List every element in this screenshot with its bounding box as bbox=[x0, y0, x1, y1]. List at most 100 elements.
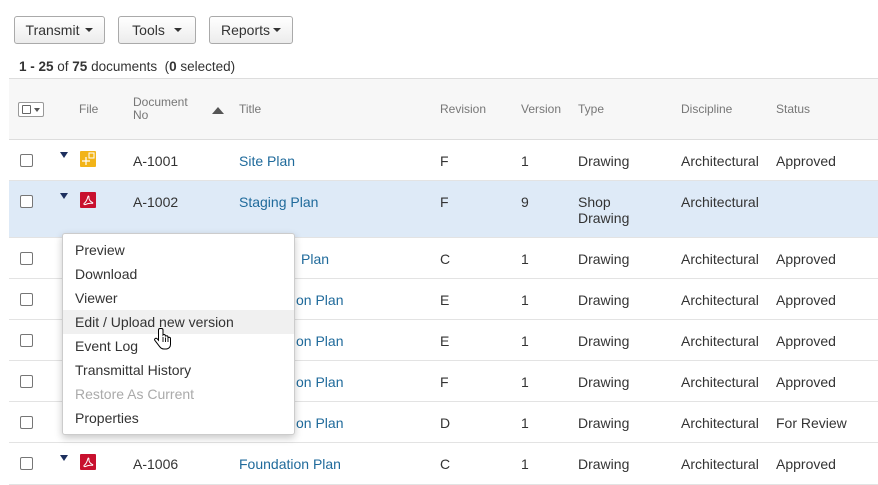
of-word: of bbox=[53, 59, 73, 74]
file-context-menu: Preview Download Viewer Edit / Upload new v… bbox=[62, 233, 295, 435]
document-version: 1 bbox=[521, 456, 529, 472]
document-type-line1: Drawing bbox=[578, 456, 630, 472]
document-revision: E bbox=[440, 333, 450, 349]
tools-button[interactable]: Tools bbox=[118, 16, 196, 44]
row-select-checkbox[interactable] bbox=[20, 252, 33, 265]
row-actions-caret-icon[interactable] bbox=[60, 152, 68, 158]
row-select-checkbox[interactable] bbox=[20, 334, 33, 347]
document-discipline: Architectural bbox=[681, 194, 759, 210]
column-header-type[interactable]: Type bbox=[578, 103, 604, 116]
row-select-checkbox[interactable] bbox=[20, 154, 33, 167]
document-type-line1: Shop bbox=[578, 194, 611, 210]
document-title-link[interactable]: on Plan bbox=[296, 374, 343, 390]
document-title-link[interactable]: Foundation Plan bbox=[239, 456, 341, 472]
document-discipline: Architectural bbox=[681, 333, 759, 349]
pdf-file-icon[interactable] bbox=[80, 454, 96, 470]
row-select-checkbox[interactable] bbox=[20, 457, 33, 470]
select-all-dropdown[interactable] bbox=[18, 102, 44, 117]
document-revision: F bbox=[440, 374, 449, 390]
menu-item-restore-as-current: Restore As Current bbox=[75, 386, 195, 402]
pdf-file-icon[interactable] bbox=[80, 192, 96, 208]
document-title-link[interactable]: Staging Plan bbox=[239, 194, 318, 210]
row-select-checkbox[interactable] bbox=[20, 416, 33, 429]
document-discipline: Architectural bbox=[681, 415, 759, 431]
sort-ascending-icon[interactable] bbox=[212, 107, 224, 114]
results-summary: 1 - 25 of 75 documents (0 selected) bbox=[19, 59, 235, 74]
column-header-status[interactable]: Status bbox=[776, 103, 810, 116]
menu-item-transmittal-history[interactable]: Transmittal History bbox=[63, 358, 294, 382]
document-version: 1 bbox=[521, 374, 529, 390]
document-status: For Review bbox=[776, 415, 847, 431]
menu-item-viewer[interactable]: Viewer bbox=[63, 286, 294, 310]
transmit-button-label: Transmit bbox=[25, 22, 80, 38]
chevron-down-icon bbox=[173, 28, 182, 32]
document-version: 9 bbox=[521, 194, 529, 210]
document-type: Drawing bbox=[578, 333, 629, 349]
menu-item-download[interactable]: Download bbox=[63, 262, 294, 286]
document-type: Drawing bbox=[578, 292, 629, 308]
menu-item-preview[interactable]: Preview bbox=[63, 238, 294, 262]
column-header-title[interactable]: Title bbox=[239, 103, 261, 116]
row-select-checkbox[interactable] bbox=[20, 375, 33, 388]
table-row[interactable]: A-1001 Site Plan F 1 Drawing Architectural App… bbox=[9, 140, 878, 181]
document-type: Drawing bbox=[578, 415, 629, 431]
document-number: A-1006 bbox=[133, 456, 179, 472]
document-title-link[interactable]: on Plan bbox=[296, 333, 343, 349]
menu-item-edit-upload-new-version[interactable]: Edit / Upload new version bbox=[63, 310, 294, 334]
document-type-line2: Drawing bbox=[578, 210, 630, 226]
column-header-document-no-line2: No bbox=[133, 108, 149, 122]
document-type-line1: Drawing bbox=[578, 333, 630, 349]
row-select-checkbox[interactable] bbox=[20, 293, 33, 306]
document-title-link[interactable]: Plan bbox=[301, 251, 329, 267]
table-header: File Document No Title Revision Version … bbox=[9, 78, 878, 140]
document-type: Drawing bbox=[578, 251, 629, 267]
document-status: Approved bbox=[776, 456, 836, 472]
chevron-down-icon bbox=[34, 108, 40, 112]
document-type: Shop Drawing bbox=[578, 194, 629, 226]
row-actions-caret-icon[interactable] bbox=[60, 193, 68, 199]
document-revision: F bbox=[440, 153, 449, 169]
document-type-line1: Drawing bbox=[578, 292, 630, 308]
column-header-discipline[interactable]: Discipline bbox=[681, 103, 732, 116]
document-status: Approved bbox=[776, 333, 836, 349]
column-header-version[interactable]: Version bbox=[521, 103, 561, 116]
document-number: A-1002 bbox=[133, 194, 179, 210]
document-type: Drawing bbox=[578, 456, 629, 472]
document-revision: C bbox=[440, 456, 451, 472]
menu-item-properties[interactable]: Properties bbox=[63, 406, 294, 430]
document-status: Approved bbox=[776, 374, 836, 390]
document-status: Approved bbox=[776, 153, 836, 169]
row-select-checkbox[interactable] bbox=[20, 195, 33, 208]
document-type-line1: Drawing bbox=[578, 251, 630, 267]
table-row[interactable]: A-1002 Staging Plan F 9 Shop Drawing Architect… bbox=[9, 181, 878, 238]
transmit-button[interactable]: Transmit bbox=[14, 16, 105, 44]
document-revision: C bbox=[440, 251, 451, 267]
table-row[interactable]: A-1006 Foundation Plan C 1 Drawing Architectu… bbox=[9, 443, 878, 485]
document-discipline: Architectural bbox=[681, 292, 759, 308]
document-version: 1 bbox=[521, 333, 529, 349]
document-discipline: Architectural bbox=[681, 153, 759, 169]
document-title-link[interactable]: on Plan bbox=[296, 292, 343, 308]
document-title-link[interactable]: on Plan bbox=[296, 415, 343, 431]
document-type-line1: Drawing bbox=[578, 415, 630, 431]
document-status: Approved bbox=[776, 251, 836, 267]
menu-item-event-log[interactable]: Event Log bbox=[63, 334, 294, 358]
document-type-line1: Drawing bbox=[578, 153, 630, 169]
selected-count: 0 bbox=[169, 59, 177, 74]
column-header-document-no[interactable]: Document No bbox=[133, 96, 188, 122]
row-actions-caret-icon[interactable] bbox=[60, 455, 68, 461]
document-version: 1 bbox=[521, 292, 529, 308]
column-header-revision[interactable]: Revision bbox=[440, 103, 486, 116]
image-file-icon[interactable] bbox=[80, 151, 96, 167]
document-title-link[interactable]: Site Plan bbox=[239, 153, 295, 169]
document-version: 1 bbox=[521, 251, 529, 267]
hand-pointer-cursor-icon bbox=[154, 328, 171, 350]
chevron-down-icon bbox=[85, 28, 94, 32]
document-revision: E bbox=[440, 292, 450, 308]
results-range: 1 - 25 bbox=[19, 59, 54, 74]
column-header-file[interactable]: File bbox=[79, 103, 98, 116]
document-number: A-1001 bbox=[133, 153, 179, 169]
reports-button[interactable]: Reports bbox=[209, 16, 293, 44]
document-discipline: Architectural bbox=[681, 374, 759, 390]
document-version: 1 bbox=[521, 415, 529, 431]
